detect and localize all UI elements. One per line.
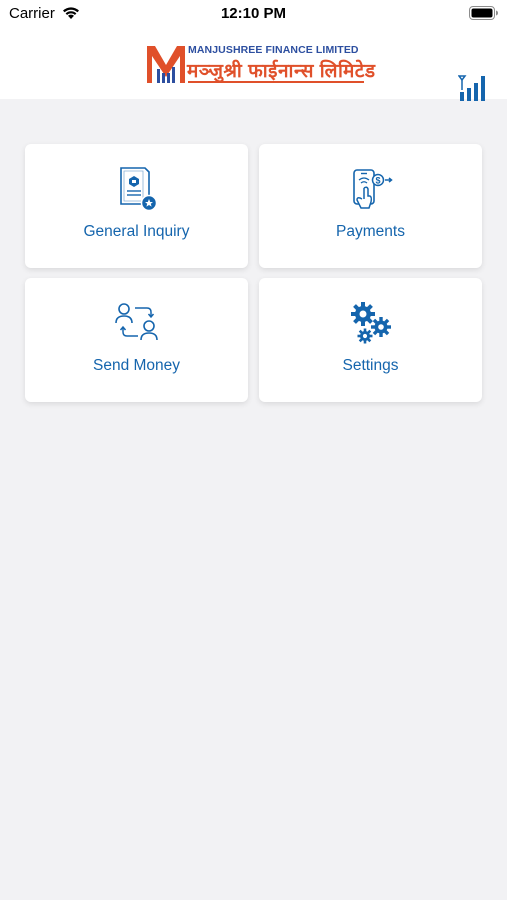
app-header: MANJUSHREE FINANCE LIMITED मञ्जुश्री फाई… (0, 26, 507, 101)
svg-text:$: $ (375, 176, 380, 186)
general-inquiry-label: General Inquiry (83, 223, 190, 240)
logo-text-nepali: मञ्जुश्री फाईनान्स लिमिटेड (187, 61, 376, 82)
settings-card[interactable]: Settings (259, 278, 482, 402)
status-bar: Carrier 12:10 PM (0, 0, 507, 26)
document-inquiry-icon (25, 166, 248, 212)
settings-label: Settings (342, 357, 399, 374)
payments-card[interactable]: $ Payments (259, 144, 482, 268)
logo-text-english: MANJUSHREE FINANCE LIMITED (188, 44, 359, 56)
send-money-card[interactable]: Send Money (25, 278, 248, 402)
payments-label: Payments (336, 223, 405, 240)
signal-icon[interactable] (457, 72, 490, 104)
transfer-users-icon (25, 300, 248, 346)
clock-time: 12:10 PM (220, 5, 287, 22)
company-logo: MANJUSHREE FINANCE LIMITED मञ्जुश्री फाई… (146, 43, 375, 85)
logo-underline (188, 81, 364, 83)
send-money-label: Send Money (92, 357, 181, 374)
battery-icon (469, 6, 499, 24)
general-inquiry-card[interactable]: General Inquiry (25, 144, 248, 268)
gears-icon (259, 300, 482, 346)
mobile-payment-icon: $ (259, 166, 482, 212)
logo-mark-icon (147, 46, 185, 83)
